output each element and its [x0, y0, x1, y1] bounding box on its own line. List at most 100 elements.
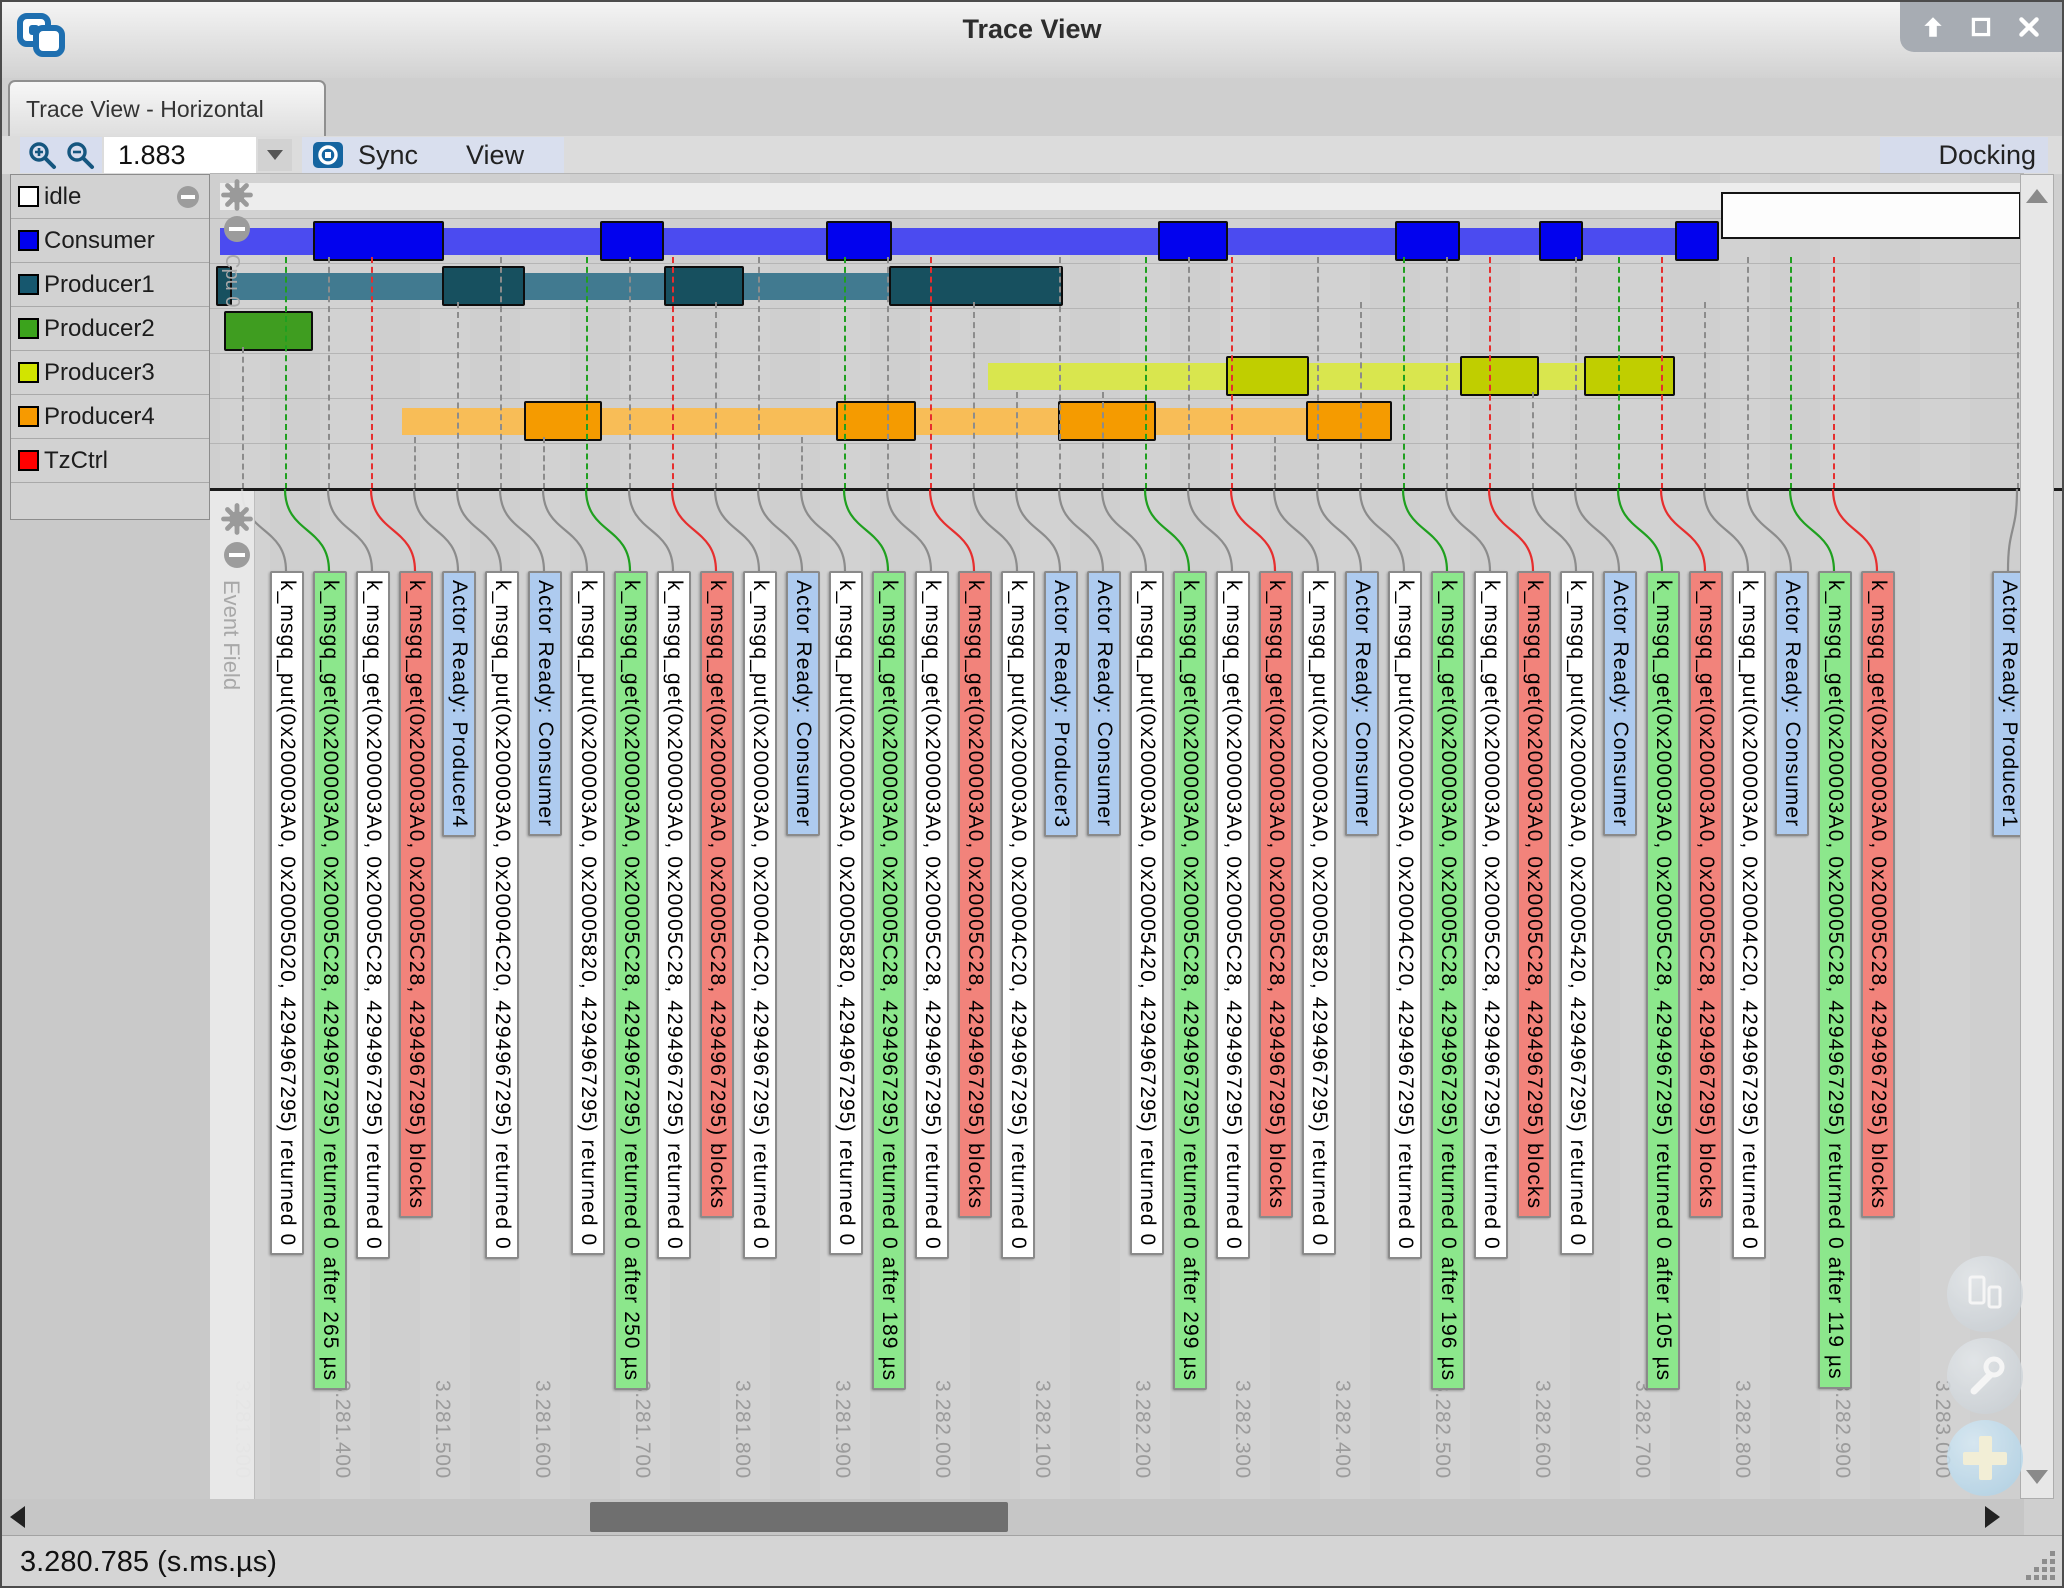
- event-label[interactable]: k_msgq_get(0x200003A0, 0x20005C28, 42949…: [958, 571, 992, 1218]
- event-label[interactable]: k_msgq_put(0x200003A0, 0x20005420, 42949…: [1560, 571, 1594, 1255]
- scroll-left-icon[interactable]: [10, 1506, 25, 1528]
- consumer-running-block[interactable]: [826, 221, 892, 261]
- legend-row-idle[interactable]: idle: [11, 175, 209, 219]
- event-label[interactable]: k_msgq_get(0x200003A0, 0x20005C28, 42949…: [1474, 571, 1508, 1259]
- event-label[interactable]: k_msgq_get(0x200003A0, 0x20005C28, 42949…: [1818, 571, 1852, 1389]
- event-label[interactable]: k_msgq_put(0x200003A0, 0x20005820, 42949…: [571, 571, 605, 1255]
- leader-curve: [801, 489, 845, 571]
- legend-label: TzCtrl: [44, 447, 108, 475]
- event-label[interactable]: k_msgq_get(0x200003A0, 0x20005C28, 42949…: [1689, 571, 1723, 1218]
- legend-label: idle: [44, 183, 81, 211]
- event-marker-line: [2017, 302, 2019, 489]
- event-label[interactable]: k_msgq_put(0x200003A0, 0x20005420, 42949…: [1130, 571, 1164, 1255]
- event-label[interactable]: k_msgq_get(0x200003A0, 0x20005C28, 42949…: [1173, 571, 1207, 1390]
- event-label[interactable]: k_msgq_put(0x200003A0, 0x20004C20, 42949…: [743, 571, 777, 1259]
- legend-row-producer2[interactable]: Producer2: [11, 307, 209, 351]
- event-label[interactable]: k_msgq_get(0x200003A0, 0x20005C28, 42949…: [1259, 571, 1293, 1218]
- event-label[interactable]: k_msgq_get(0x200003A0, 0x20005C28, 42949…: [313, 571, 347, 1390]
- consumer-running-block[interactable]: [600, 221, 664, 261]
- event-marker-line: [1704, 302, 1706, 489]
- leader-curve: [371, 489, 415, 571]
- event-label[interactable]: Actor Ready: Producer4: [442, 571, 476, 837]
- event-label[interactable]: k_msgq_get(0x200003A0, 0x20005C28, 42949…: [1861, 571, 1895, 1218]
- event-label[interactable]: k_msgq_get(0x200003A0, 0x20005C28, 42949…: [1517, 571, 1551, 1218]
- row-grid-line: [210, 263, 2024, 264]
- consumer-ready-band[interactable]: [220, 228, 1719, 255]
- event-label[interactable]: k_msgq_put(0x200003A0, 0x20005020, 42949…: [270, 571, 304, 1255]
- event-label[interactable]: k_msgq_get(0x200003A0, 0x20005C28, 42949…: [399, 571, 433, 1218]
- event-label[interactable]: Actor Ready: Consumer: [1775, 571, 1809, 836]
- event-label[interactable]: k_msgq_get(0x200003A0, 0x20005C28, 42949…: [1431, 571, 1465, 1390]
- producer1-running-block[interactable]: [889, 266, 1063, 306]
- background-stripe: [520, 174, 570, 1499]
- event-label[interactable]: k_msgq_get(0x200003A0, 0x20005C28, 42949…: [915, 571, 949, 1259]
- event-label[interactable]: Actor Ready: Producer3: [1044, 571, 1078, 837]
- legend-row-producer3[interactable]: Producer3: [11, 351, 209, 395]
- legend-row-producer1[interactable]: Producer1: [11, 263, 209, 307]
- consumer-running-block[interactable]: [1539, 221, 1583, 261]
- consumer-running-block[interactable]: [1395, 221, 1460, 261]
- event-label[interactable]: Actor Ready: Consumer: [786, 571, 820, 836]
- event-label[interactable]: k_msgq_get(0x200003A0, 0x20005C28, 42949…: [872, 571, 906, 1390]
- event-label[interactable]: Actor Ready: Consumer: [1345, 571, 1379, 836]
- legend-collapse-icon[interactable]: [177, 186, 199, 208]
- event-label[interactable]: k_msgq_get(0x200003A0, 0x20005C28, 42949…: [614, 571, 648, 1390]
- event-label[interactable]: Actor Ready: Consumer: [528, 571, 562, 836]
- event-marker-line: [1360, 302, 1362, 489]
- gear-icon[interactable]: [220, 178, 254, 212]
- gear-icon[interactable]: [220, 502, 254, 536]
- event-label[interactable]: k_msgq_get(0x200003A0, 0x20005C28, 42949…: [700, 571, 734, 1218]
- legend-row-tzctrl[interactable]: TzCtrl: [11, 439, 209, 483]
- leader-curve: [973, 489, 1017, 571]
- event-label[interactable]: k_msgq_get(0x200003A0, 0x20005C28, 42949…: [657, 571, 691, 1259]
- trace-content: 3.281.3003.281.4003.281.5003.281.6003.28…: [2, 2, 2064, 1588]
- vertical-scrollbar[interactable]: [2020, 174, 2054, 1499]
- legend-row-producer4[interactable]: Producer4: [11, 395, 209, 439]
- leader-curve: [1059, 489, 1103, 571]
- producer2-running-block[interactable]: [224, 311, 313, 351]
- producer1-running-block[interactable]: [664, 266, 744, 306]
- horizontal-scroll-thumb[interactable]: [590, 1502, 1008, 1532]
- resize-grip[interactable]: [2018, 1543, 2058, 1583]
- leader-curve: [285, 489, 329, 571]
- consumer-running-block[interactable]: [1158, 221, 1228, 261]
- event-label[interactable]: k_msgq_put(0x200003A0, 0x20005820, 42949…: [829, 571, 863, 1255]
- event-label[interactable]: k_msgq_put(0x200003A0, 0x20004C20, 42949…: [1732, 571, 1766, 1259]
- collapse-icon[interactable]: [224, 216, 250, 242]
- scroll-up-icon[interactable]: [2026, 189, 2048, 203]
- event-marker-line: [1403, 257, 1405, 489]
- event-marker-line: [285, 257, 287, 489]
- scroll-down-icon[interactable]: [2026, 1470, 2048, 1484]
- leader-curve: [586, 489, 630, 571]
- event-label[interactable]: k_msgq_get(0x200003A0, 0x20005C28, 42949…: [1216, 571, 1250, 1259]
- zoom-plus-button[interactable]: [1947, 1420, 2023, 1496]
- producer4-running-block[interactable]: [836, 401, 916, 441]
- event-label[interactable]: Actor Ready: Consumer: [1603, 571, 1637, 836]
- event-marker-line: [242, 347, 244, 489]
- event-label[interactable]: k_msgq_put(0x200003A0, 0x20004C20, 42949…: [1001, 571, 1035, 1259]
- overview-box[interactable]: [1721, 192, 2021, 239]
- producer1-running-block[interactable]: [442, 266, 525, 306]
- producer3-ready-band[interactable]: [988, 363, 1675, 390]
- event-marker-line: [1102, 392, 1104, 489]
- producer3-running-block[interactable]: [1226, 356, 1309, 396]
- event-label[interactable]: k_msgq_get(0x200003A0, 0x20005C28, 42949…: [356, 571, 390, 1259]
- event-label[interactable]: k_msgq_put(0x200003A0, 0x20005820, 42949…: [1302, 571, 1336, 1255]
- collapse-icon[interactable]: [224, 542, 250, 568]
- consumer-running-block[interactable]: [1675, 221, 1719, 261]
- producer4-running-block[interactable]: [524, 401, 602, 441]
- producer3-running-block[interactable]: [1460, 356, 1539, 396]
- event-label[interactable]: k_msgq_put(0x200003A0, 0x20004C20, 42949…: [1388, 571, 1422, 1259]
- horizontal-scrollbar[interactable]: [2, 1499, 2024, 1535]
- producer4-running-block[interactable]: [1058, 401, 1156, 441]
- event-label[interactable]: Actor Ready: Consumer: [1087, 571, 1121, 836]
- event-label[interactable]: k_msgq_put(0x200003A0, 0x20004C20, 42949…: [485, 571, 519, 1259]
- plus-icon-vertical: [1979, 1436, 1992, 1480]
- pan-tool-button[interactable]: [1947, 1256, 2023, 1332]
- legend-row-consumer[interactable]: Consumer: [11, 219, 209, 263]
- consumer-running-block[interactable]: [313, 221, 444, 261]
- settings-tool-button[interactable]: [1947, 1338, 2023, 1414]
- scroll-right-icon[interactable]: [1985, 1506, 2000, 1528]
- event-label[interactable]: k_msgq_get(0x200003A0, 0x20005C28, 42949…: [1646, 571, 1680, 1390]
- time-tick-label: 3.281.800: [730, 1380, 754, 1479]
